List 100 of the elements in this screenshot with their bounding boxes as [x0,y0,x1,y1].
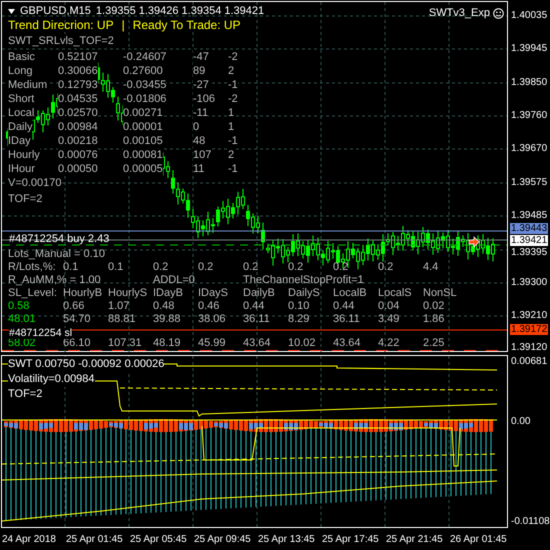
table-cell: 39.88 [153,313,181,326]
time-label: 24 Apr 2018 [2,534,57,544]
table-cell: 36.11 [243,313,270,326]
table-cell: 0.00081 [123,148,163,162]
table-cell: 0.00005 [123,162,163,176]
table-cell: 0.1 [63,261,78,274]
price-label: 1.39945 [510,43,548,54]
table-cell: 3.49 [378,313,400,326]
table-cell: 0.1 [108,261,124,274]
table-cell: 0.30066 [58,64,98,78]
table-cell: 10.02 [288,337,316,350]
table-cell: 0.27600 [123,64,163,78]
time-label: 25 Apr 21:45 [386,534,444,544]
order-label: #48712254 sl [9,328,72,339]
table-cell: Hourly [8,148,40,162]
lots-label: Lots_Manual = 0.10 [8,248,105,261]
table-cell: 88.81 [108,313,136,326]
table-cell: 1.07 [108,300,130,313]
table-cell: 0.44 [333,300,354,313]
price-label: 1.39575 [510,177,548,188]
table-cell: 38.06 [198,313,226,326]
price-label: 1.39172 [510,324,548,335]
table-cell: 0.00050 [58,162,98,176]
table-cell: -0.03455 [123,78,166,92]
table-cell: 0 [193,120,200,134]
table-cell: -0.01806 [123,92,166,106]
column-header: NonSL [423,287,457,300]
table-cell: 0.48 [153,300,174,313]
table-cell: 0.2 [333,261,348,274]
price-label: 1.39485 [510,210,548,221]
volatility-value: Volatility=0.00984 [8,372,95,388]
table-cell: 0.10 [288,300,310,313]
separator: | [122,18,125,32]
ohlc-values: 1.39355 1.39426 1.39354 1.39421 [96,4,264,18]
column-header: LocalB [333,287,367,300]
table-cell: 0.2 [243,261,258,274]
table-cell: 45.99 [198,337,226,350]
aumm-label: R_AuMM,% = 1.00 [8,274,101,287]
table-cell: 0.46 [198,300,220,313]
price-label: 1.39670 [510,143,548,154]
time-label: 25 Apr 17:45 [322,534,380,544]
table-cell: -106 [193,92,216,106]
table-cell: -47 [193,50,209,64]
column-header: DailyB [243,287,275,300]
price-label: 1.39395 [510,247,548,258]
table-cell: 0.52107 [58,50,98,64]
table-cell: 11 [193,162,204,176]
table-cell: 43.64 [333,337,361,350]
column-header: IDayB [153,287,183,300]
table-cell: Long [8,64,32,78]
table-cell: 4.4 [423,261,438,274]
table-cell: 8.29 [288,313,310,326]
table-cell: IDay [8,134,31,148]
table-cell: 0.00218 [58,134,98,148]
table-cell: 89 [193,64,206,78]
table-cell: 0.2 [288,261,304,274]
table-cell: 0.04 [378,300,400,313]
table-cell: 0.00984 [58,120,98,134]
table-cell: 0.04535 [58,92,98,106]
table-cell: 0.12793 [58,78,98,92]
price-label: 1.39120 [510,342,548,353]
table-cell: Local [8,106,34,120]
price-label: 1.39760 [510,110,548,121]
table-cell: 0.02570 [58,106,98,120]
symbol-label: GBPUSD,M15 [20,4,91,18]
table-cell: 107 [193,148,212,162]
table-cell: 0.58 [8,300,30,313]
table-cell: 36.11 [333,313,360,326]
ready-status: Ready To Trade: UP [132,18,241,32]
column-header: LocalS [378,287,412,300]
risk-label: R/Lots,%: [8,261,56,274]
table-cell: 0.00001 [123,120,163,134]
time-label: 25 Apr 13:45 [258,534,316,544]
expert-name: SWTv3_Exp [428,7,490,19]
levels-title: SWT_SRLvls_TOF=2 [8,34,114,48]
time-label: 26 Apr 01:45 [450,534,508,544]
column-header: DailyS [288,287,320,300]
axis-label: 0.00 [510,416,532,427]
column-header: IDayS [198,287,228,300]
order-label: #48712254 buy 2.43 [9,233,110,246]
trend-direction: Trend Direcrion: UP [8,18,114,32]
table-cell: 43.64 [243,337,271,350]
table-cell: 0.00271 [123,106,163,120]
time-label: 25 Apr 01:45 [66,534,124,544]
price-label: 1.39210 [510,310,548,321]
price-label: 1.39421 [510,235,548,246]
table-cell: 107.31 [108,337,142,350]
indicator-values: SWT 0.00750 -0.00092 0.00026 [8,357,164,372]
table-cell: -11 [193,106,208,120]
column-header: SL_Level: [8,287,57,300]
table-cell: 0.44 [243,300,264,313]
table-cell: 54.70 [63,313,91,326]
stop-profit-label: TheChannelStopProfit=1 [243,274,364,287]
table-cell: 0.66 [63,300,84,313]
table-cell: 0.2 [153,261,168,274]
table-cell: 66.10 [63,337,91,350]
axis-label: 0.00681 [510,356,548,367]
table-cell: 48.01 [8,313,36,326]
table-cell: Daily [8,120,32,134]
table-cell: 48 [193,134,206,148]
